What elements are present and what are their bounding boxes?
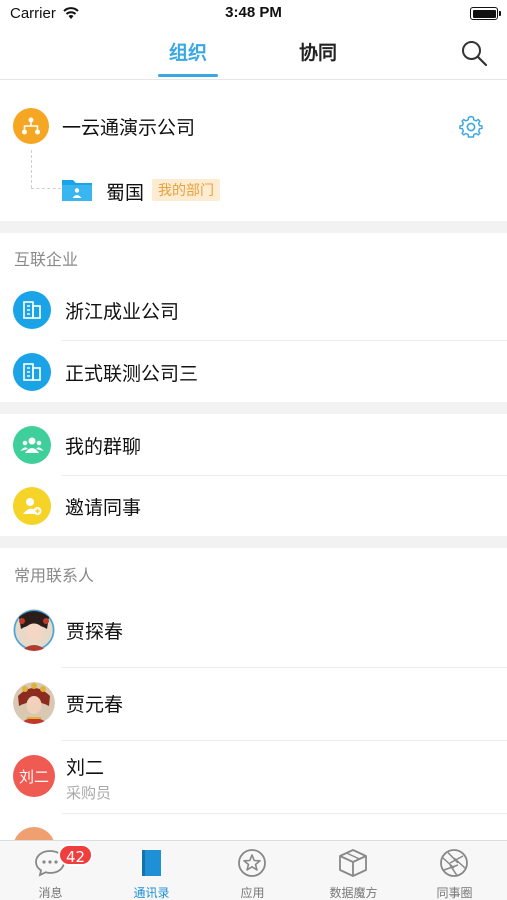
nav-label: 消息: [38, 886, 63, 900]
group-chat-icon: [13, 426, 51, 464]
tree-connector: [31, 150, 32, 188]
partner-company-name: 正式联测公司三: [65, 363, 199, 385]
nav-messages[interactable]: 42 消息: [0, 841, 101, 900]
camera-shutter-icon: [440, 849, 468, 877]
folder-icon: [62, 180, 92, 201]
nav-colleague-circle[interactable]: 同事圈: [404, 841, 505, 900]
partner-company-item[interactable]: 正式联测公司三: [0, 341, 507, 403]
nav-label: 同事圈: [436, 886, 473, 900]
nav-label: 应用: [240, 886, 265, 900]
top-tab-bar: 组织 协同: [0, 30, 507, 80]
tab-organization[interactable]: 组织: [148, 38, 228, 65]
text-avatar: 刘二: [13, 755, 55, 797]
contact-name: 贾元春: [66, 694, 124, 716]
org-chart-icon: [13, 108, 49, 144]
section-divider: [0, 221, 507, 233]
search-icon[interactable]: [459, 38, 489, 68]
battery-icon: [470, 7, 501, 20]
building-icon: [13, 353, 51, 391]
section-divider: [0, 536, 507, 548]
partner-company-name: 浙江成业公司: [65, 301, 180, 323]
gear-icon[interactable]: [457, 113, 485, 141]
invite-colleague-label: 邀请同事: [65, 497, 142, 519]
nav-apps[interactable]: 应用: [202, 841, 303, 900]
my-department-badge: 我的部门: [152, 179, 220, 201]
bottom-tab-bar: 42 消息 通讯录 应用 数据魔方 同事圈: [0, 840, 507, 900]
status-bar: Carrier 3:48 PM: [0, 0, 507, 28]
my-group-chats-item[interactable]: 我的群聊: [0, 414, 507, 476]
contact-name: 贾探春: [66, 621, 124, 643]
nav-label: 通讯录: [133, 886, 170, 900]
company-name: 一云通演示公司: [62, 117, 196, 139]
nav-contacts[interactable]: 通讯录: [101, 841, 202, 900]
contact-item[interactable]: 刘二 刘二 采购员: [0, 741, 507, 813]
my-group-chats-label: 我的群聊: [65, 436, 142, 458]
department-name: 蜀国: [106, 182, 145, 204]
row-divider: [62, 813, 507, 814]
invite-colleague-icon: [13, 487, 51, 525]
contact-role: 采购员: [66, 784, 112, 802]
unread-badge: 42: [58, 844, 94, 866]
tab-collaboration[interactable]: 协同: [278, 38, 358, 65]
contact-item[interactable]: 贾探春: [0, 595, 507, 667]
contact-item[interactable]: 贾元春: [0, 668, 507, 740]
cube-icon: [339, 849, 367, 877]
section-title-frequent-contacts: 常用联系人: [14, 566, 95, 585]
section-title-partners: 互联企业: [14, 250, 79, 269]
contact-name: 刘二: [66, 757, 105, 779]
company-row[interactable]: 一云通演示公司: [0, 105, 507, 149]
tab-active-indicator: [158, 74, 218, 77]
avatar: [13, 609, 55, 651]
avatar: [13, 682, 55, 724]
invite-colleague-item[interactable]: 邀请同事: [0, 475, 507, 537]
clock: 3:48 PM: [225, 4, 282, 21]
contacts-book-icon: [142, 850, 161, 876]
department-row[interactable]: 蜀国 我的部门: [60, 172, 480, 208]
building-icon: [13, 291, 51, 329]
tree-connector: [31, 188, 61, 189]
nav-data-cube[interactable]: 数据魔方: [303, 841, 404, 900]
partner-company-item[interactable]: 浙江成业公司: [0, 279, 507, 341]
star-icon: [238, 849, 266, 877]
nav-label: 数据魔方: [329, 886, 378, 900]
section-divider: [0, 402, 507, 414]
